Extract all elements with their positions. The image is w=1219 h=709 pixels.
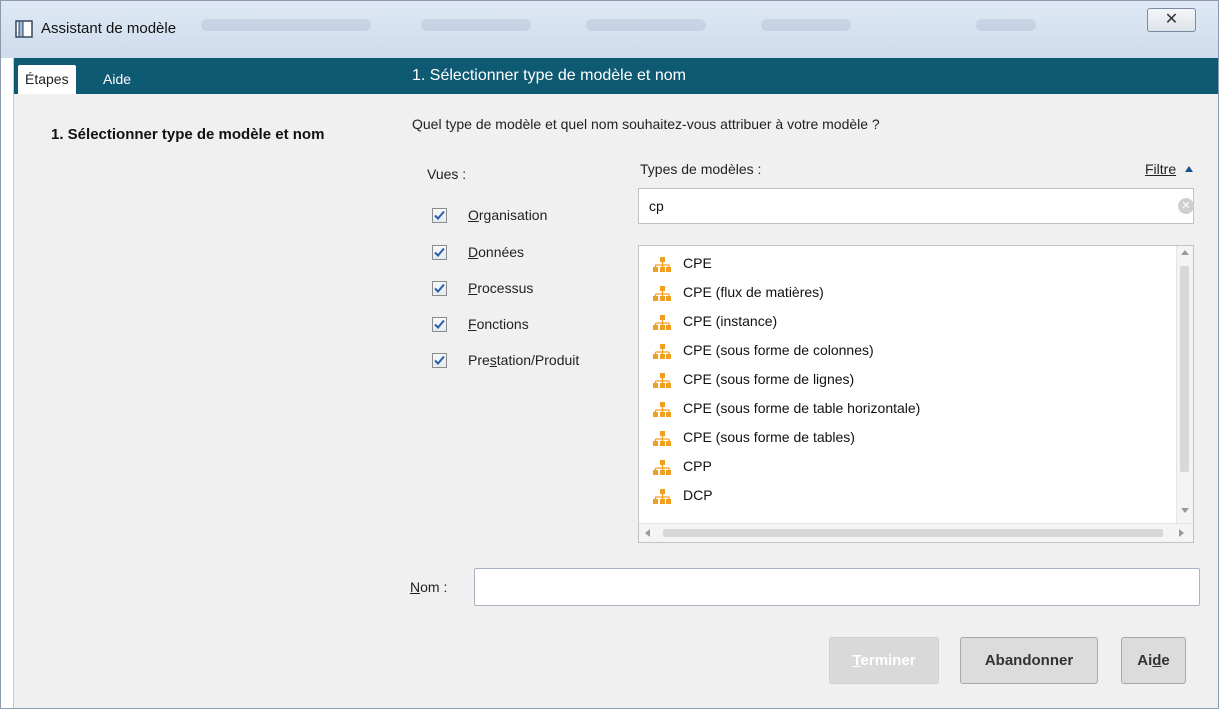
org-chart-icon [653, 400, 671, 417]
scroll-down-icon[interactable] [1181, 508, 1189, 513]
org-chart-icon [653, 429, 671, 446]
title-bar[interactable]: Assistant de modèle ✕ [1, 1, 1218, 58]
steps-panel: Étapes Aide 1. Sélectionner type de modè… [13, 58, 388, 708]
vertical-scroll-thumb[interactable] [1180, 266, 1189, 472]
views-label: Vues : [427, 166, 467, 182]
org-chart-icon [653, 342, 671, 359]
model-types-label: Types de modèles : [640, 161, 762, 177]
help-button[interactable]: Aide [1121, 637, 1186, 684]
view-checkbox-label: Prestation/Produit [468, 352, 580, 368]
step-content: Quel type de modèle et quel nom souhaite… [388, 94, 1218, 708]
org-chart-icon [653, 458, 671, 475]
model-type-label: CPE (sous forme de table horizontale) [683, 400, 921, 416]
model-type-label: CPP [683, 458, 712, 474]
model-type-label: CPE (instance) [683, 313, 778, 329]
view-checkbox-label: Données [468, 244, 525, 260]
view-checkbox[interactable] [432, 245, 447, 260]
scroll-left-icon[interactable] [645, 529, 650, 537]
close-button[interactable]: ✕ [1147, 8, 1196, 32]
question-text: Quel type de modèle et quel nom souhaite… [412, 116, 880, 132]
scroll-up-icon[interactable] [1181, 250, 1189, 255]
view-checkbox-label: Organisation [468, 207, 548, 223]
scroll-right-icon[interactable] [1179, 529, 1184, 537]
horizontal-scrollbar[interactable] [639, 523, 1193, 542]
background-ghost [421, 19, 531, 31]
step-item-1[interactable]: 1. Sélectionner type de modèle et nom [51, 126, 324, 143]
model-types-list[interactable]: CPE CPE (flux de matières) CPE (instance) C… [638, 245, 1194, 543]
model-type-label: CPE (sous forme de colonnes) [683, 342, 874, 358]
clear-search-icon[interactable]: ✕ [1178, 198, 1194, 214]
model-type-label: DCP [683, 487, 713, 503]
model-type-label: CPE (sous forme de lignes) [683, 371, 855, 387]
filter-link[interactable]: Filtre [1145, 161, 1176, 177]
filter-collapse-icon[interactable] [1185, 166, 1193, 172]
vertical-scrollbar[interactable] [1176, 246, 1193, 524]
tab-aide[interactable]: Aide [96, 65, 138, 94]
background-ghost [761, 19, 851, 31]
background-ghost [976, 19, 1036, 31]
steps-list: 1. Sélectionner type de modèle et nom [14, 94, 388, 708]
step-header: 1. Sélectionner type de modèle et nom [388, 58, 1218, 94]
model-type-label: CPE (flux de matières) [683, 284, 824, 300]
name-label: Nom : [410, 579, 448, 595]
tab-etapes[interactable]: Étapes [18, 65, 76, 94]
window-icon [15, 20, 33, 38]
finish-button[interactable]: Terminer [829, 637, 939, 684]
view-checkbox-label: Fonctions [468, 316, 529, 332]
model-wizard-dialog: Assistant de modèle ✕ Étapes Aide 1. Sél… [0, 0, 1219, 709]
org-chart-icon [653, 487, 671, 504]
org-chart-icon [653, 371, 671, 388]
close-icon: ✕ [1164, 11, 1179, 28]
org-chart-icon [653, 284, 671, 301]
org-chart-icon [653, 313, 671, 330]
view-checkbox[interactable] [432, 317, 447, 332]
model-type-label: CPE (sous forme de tables) [683, 429, 855, 445]
view-checkbox[interactable] [432, 281, 447, 296]
background-ghost [201, 19, 371, 31]
search-value: cp [649, 198, 664, 214]
name-input[interactable] [474, 568, 1200, 606]
cancel-button[interactable]: Abandonner [960, 637, 1098, 684]
view-checkbox-label: Processus [468, 280, 534, 296]
window-title: Assistant de modèle [41, 20, 177, 37]
background-ghost [586, 19, 706, 31]
model-type-label: CPE [683, 255, 712, 271]
model-type-search-input[interactable]: cp ✕ [638, 188, 1194, 224]
org-chart-icon [653, 255, 671, 272]
horizontal-scroll-thumb[interactable] [663, 529, 1163, 537]
left-tab-bar: Étapes Aide [14, 58, 388, 94]
step-title: 1. Sélectionner type de modèle et nom [412, 67, 686, 84]
view-checkbox[interactable] [432, 353, 447, 368]
view-checkbox[interactable] [432, 208, 447, 223]
